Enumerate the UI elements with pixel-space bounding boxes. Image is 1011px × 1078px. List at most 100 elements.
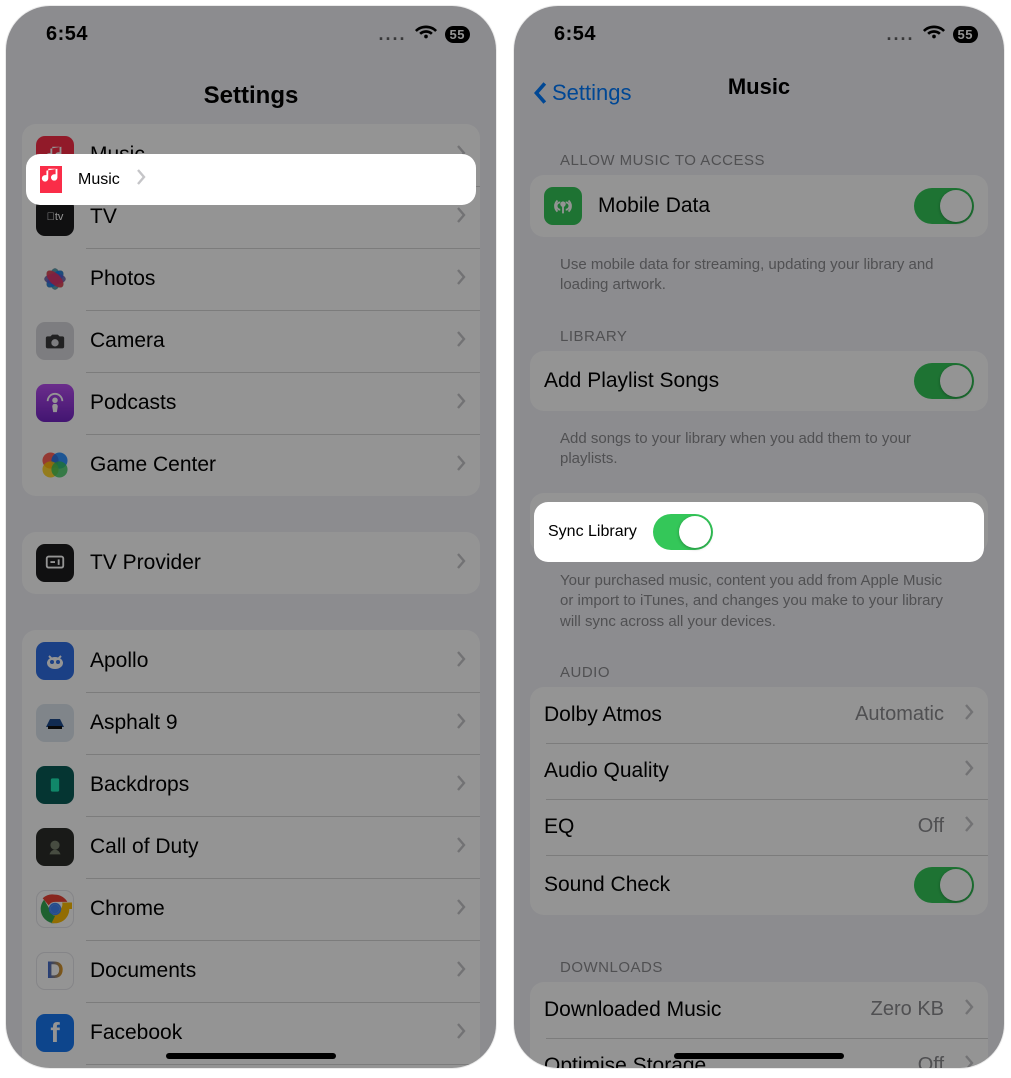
row-dolby-atmos[interactable]: Dolby Atmos Automatic [530, 687, 988, 743]
row-mobile-data[interactable]: Mobile Data [530, 175, 988, 237]
settings-row-documents[interactable]: D Documents [22, 940, 480, 1002]
row-label: Photos [90, 267, 440, 291]
row-detail: Zero KB [871, 998, 944, 1021]
access-footer: Use mobile data for streaming, updating … [530, 247, 988, 320]
settings-row-gamecenter[interactable]: Game Center [22, 434, 480, 496]
row-label: Downloaded Music [544, 998, 855, 1022]
chevron-right-icon [456, 898, 466, 921]
settings-screen: 6:54 .... 55 Settings Music tv [6, 6, 496, 1068]
chevron-right-icon [456, 774, 466, 797]
chevron-right-icon [136, 168, 146, 191]
row-label: TV Provider [90, 551, 440, 575]
battery-indicator: 55 [445, 26, 470, 43]
section-header-downloads: DOWNLOADS [530, 951, 988, 982]
section-header-library: LIBRARY [530, 320, 988, 351]
row-audio-quality[interactable]: Audio Quality [530, 743, 988, 799]
provider-group: TV Provider [22, 532, 480, 594]
row-label: Add Playlist Songs [544, 369, 898, 393]
chevron-right-icon [964, 703, 974, 726]
audio-group: Dolby Atmos Automatic Audio Quality EQ O… [530, 687, 988, 915]
nav-header: Settings Music [514, 54, 1004, 114]
page-title: Settings [6, 82, 496, 110]
settings-row-asphalt9[interactable]: Asphalt 9 [22, 692, 480, 754]
cell-signal-dots-icon: .... [379, 24, 407, 45]
row-downloaded-music[interactable]: Downloaded Music Zero KB [530, 982, 988, 1038]
settings-row-cod[interactable]: Call of Duty [22, 816, 480, 878]
row-label: TV [90, 205, 440, 229]
row-label: Asphalt 9 [90, 711, 440, 735]
camera-icon [36, 322, 74, 360]
status-bar: 6:54 .... 55 [514, 6, 1004, 54]
chevron-right-icon [456, 960, 466, 983]
sync-library-switch[interactable] [653, 514, 713, 550]
chevron-right-icon [964, 815, 974, 838]
row-label: Backdrops [90, 773, 440, 797]
row-label: Game Center [90, 453, 440, 477]
settings-row-tvprovider[interactable]: TV Provider [22, 532, 480, 594]
status-icons: .... 55 [887, 20, 978, 48]
chrome-icon [36, 890, 74, 928]
status-bar: 6:54 .... 55 [6, 6, 496, 54]
add-playlist-footer: Add songs to your library when you add t… [530, 421, 988, 494]
row-label: Mobile Data [598, 194, 898, 218]
chevron-right-icon [456, 712, 466, 735]
section-header-access: ALLOW MUSIC TO ACCESS [530, 144, 988, 175]
mobile-data-switch[interactable] [914, 188, 974, 224]
row-label: Sync Library [548, 523, 637, 541]
row-label: Apollo [90, 649, 440, 673]
chevron-right-icon [456, 392, 466, 415]
chevron-right-icon [964, 759, 974, 782]
row-label: Facebook [90, 1021, 440, 1045]
nav-header: Settings [6, 54, 496, 124]
tvprovider-icon [36, 544, 74, 582]
settings-row-fotmob[interactable]: FotMob [22, 1064, 480, 1068]
facebook-icon: f [36, 1014, 74, 1052]
settings-list[interactable]: Music tv TV Photos Camera [6, 124, 496, 1068]
status-icons: .... 55 [379, 20, 470, 48]
row-sound-check[interactable]: Sound Check [530, 855, 988, 915]
row-detail: Automatic [855, 703, 944, 726]
highlight-sync-library-row[interactable]: Sync Library [534, 502, 984, 562]
home-indicator[interactable] [166, 1053, 336, 1059]
back-button[interactable]: Settings [532, 80, 632, 106]
settings-row-chrome[interactable]: Chrome [22, 878, 480, 940]
music-settings-list[interactable]: ALLOW MUSIC TO ACCESS Mobile Data Use mo… [514, 114, 1004, 1068]
chevron-right-icon [964, 998, 974, 1021]
row-label: EQ [544, 815, 902, 839]
gamecenter-icon [36, 446, 74, 484]
asphalt9-icon [36, 704, 74, 742]
chevron-right-icon [456, 268, 466, 291]
music-icon [40, 166, 62, 193]
settings-row-photos[interactable]: Photos [22, 248, 480, 310]
row-label: Call of Duty [90, 835, 440, 859]
chevron-right-icon [456, 650, 466, 673]
battery-indicator: 55 [953, 26, 978, 43]
clock: 6:54 [554, 23, 596, 46]
chevron-right-icon [456, 1022, 466, 1045]
music-settings-screen: 6:54 .... 55 Settings Music ALLOW MUSIC … [514, 6, 1004, 1068]
home-indicator[interactable] [674, 1053, 844, 1059]
settings-row-podcasts[interactable]: Podcasts [22, 372, 480, 434]
battery-level: 55 [958, 27, 973, 42]
thirdparty-group: Apollo Asphalt 9 Backdrops [22, 630, 480, 1068]
row-detail: Off [918, 815, 944, 838]
photos-icon [36, 260, 74, 298]
wifi-icon [415, 20, 437, 48]
row-label: Audio Quality [544, 759, 948, 783]
back-label: Settings [552, 80, 632, 106]
row-eq[interactable]: EQ Off [530, 799, 988, 855]
settings-row-backdrops[interactable]: Backdrops [22, 754, 480, 816]
row-label: Dolby Atmos [544, 703, 839, 727]
battery-level: 55 [450, 27, 465, 42]
sound-check-switch[interactable] [914, 867, 974, 903]
wifi-icon [923, 20, 945, 48]
row-add-playlist-songs[interactable]: Add Playlist Songs [530, 351, 988, 411]
access-group: Mobile Data [530, 175, 988, 237]
settings-row-apollo[interactable]: Apollo [22, 630, 480, 692]
row-label: Podcasts [90, 391, 440, 415]
add-playlist-switch[interactable] [914, 363, 974, 399]
settings-row-camera[interactable]: Camera [22, 310, 480, 372]
row-label: Chrome [90, 897, 440, 921]
chevron-right-icon [456, 206, 466, 229]
highlight-music-row[interactable]: Music [26, 154, 476, 205]
